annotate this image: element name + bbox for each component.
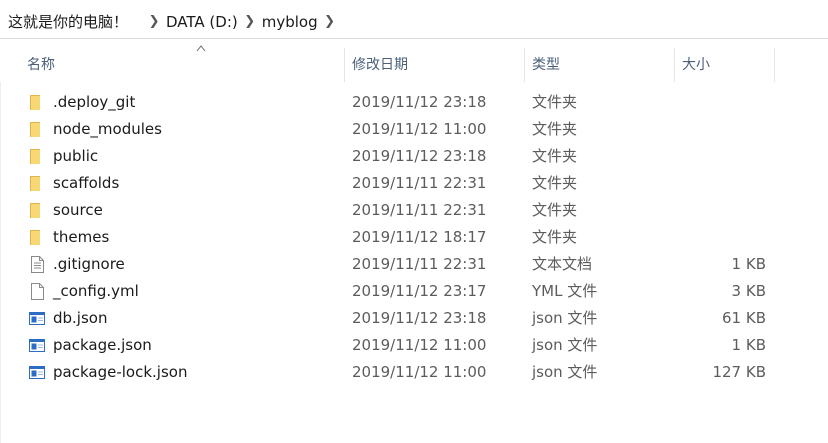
file-name: package-lock.json (53, 363, 188, 381)
file-size: 61 KB (722, 309, 766, 327)
text-file-icon (29, 256, 45, 273)
file-date: 2019/11/11 22:31 (352, 174, 487, 192)
file-date: 2019/11/12 11:00 (352, 336, 487, 354)
json-file-icon (29, 337, 45, 354)
column-header-name[interactable]: 名称 (20, 45, 344, 82)
file-name: themes (53, 228, 110, 246)
breadcrumb-root[interactable]: ！这就是你的电脑！ (0, 5, 128, 38)
file-size: 127 KB (712, 363, 766, 381)
file-row[interactable]: .deploy_git 2019/11/12 23:18 文件夹 (0, 89, 828, 116)
file-size: 1 KB (731, 255, 766, 273)
column-date-label: 修改日期 (352, 57, 408, 73)
file-row[interactable]: package-lock.json 2019/11/12 11:00 json … (0, 359, 828, 386)
blank-file-icon (29, 283, 45, 300)
column-divider[interactable] (774, 48, 775, 82)
file-list: .deploy_git 2019/11/12 23:18 文件夹 node_mo… (0, 89, 828, 386)
column-header-size[interactable]: 大小 (675, 46, 775, 82)
file-name: .deploy_git (53, 93, 136, 111)
file-name: db.json (53, 309, 108, 327)
file-type: json 文件 (532, 336, 598, 354)
folder-icon (29, 94, 45, 111)
column-type-label: 类型 (532, 57, 560, 73)
file-date: 2019/11/12 11:00 (352, 363, 487, 381)
chevron-right-icon[interactable]: ❯ (142, 5, 166, 38)
file-size: 3 KB (731, 282, 766, 300)
file-type: 文本文档 (532, 255, 593, 273)
folder-icon (29, 175, 45, 192)
file-name: scaffolds (53, 174, 120, 192)
file-name: source (53, 201, 103, 219)
json-file-icon (29, 364, 45, 381)
file-type: 文件夹 (532, 93, 578, 111)
file-date: 2019/11/12 23:18 (352, 93, 487, 111)
chevron-right-icon[interactable]: ❯ (318, 5, 342, 38)
file-date: 2019/11/11 22:31 (352, 255, 487, 273)
file-type: YML 文件 (532, 282, 598, 300)
file-type: 文件夹 (532, 201, 578, 219)
file-row[interactable]: source 2019/11/11 22:31 文件夹 (0, 197, 828, 224)
file-date: 2019/11/11 22:31 (352, 201, 487, 219)
column-header: 名称 修改日期 类型 大小 (0, 45, 828, 82)
file-date: 2019/11/12 23:18 (352, 147, 487, 165)
file-date: 2019/11/12 11:00 (352, 120, 487, 138)
column-header-type[interactable]: 类型 (525, 46, 674, 82)
file-row[interactable]: themes 2019/11/12 18:17 文件夹 (0, 224, 828, 251)
file-row[interactable]: node_modules 2019/11/12 11:00 文件夹 (0, 116, 828, 143)
file-type: json 文件 (532, 309, 598, 327)
file-row[interactable]: scaffolds 2019/11/11 22:31 文件夹 (0, 170, 828, 197)
breadcrumb-folder[interactable]: myblog (262, 5, 318, 38)
json-file-icon (29, 310, 45, 327)
file-type: 文件夹 (532, 120, 578, 138)
column-size-label: 大小 (682, 57, 710, 73)
file-row[interactable]: _config.yml 2019/11/12 23:17 YML 文件 3 KB (0, 278, 828, 305)
file-type: 文件夹 (532, 174, 578, 192)
file-type: 文件夹 (532, 228, 578, 246)
file-name: _config.yml (53, 282, 139, 300)
folder-icon (29, 121, 45, 138)
file-date: 2019/11/12 23:18 (352, 309, 487, 327)
column-header-date[interactable]: 修改日期 (345, 46, 524, 82)
file-row[interactable]: db.json 2019/11/12 23:18 json 文件 61 KB (0, 305, 828, 332)
breadcrumb-drive[interactable]: DATA (D:) (166, 5, 238, 38)
file-name: node_modules (53, 120, 162, 138)
file-date: 2019/11/12 18:17 (352, 228, 487, 246)
file-type: json 文件 (532, 363, 598, 381)
column-name-label: 名称 (27, 57, 55, 73)
file-date: 2019/11/12 23:17 (352, 282, 487, 300)
file-name: .gitignore (53, 255, 125, 273)
file-row[interactable]: public 2019/11/12 23:18 文件夹 (0, 143, 828, 170)
folder-icon (29, 148, 45, 165)
folder-icon (29, 202, 45, 219)
file-name: package.json (53, 336, 152, 354)
file-name: public (53, 147, 99, 165)
chevron-right-icon[interactable]: ❯ (238, 5, 262, 38)
file-type: 文件夹 (532, 147, 578, 165)
folder-icon (29, 229, 45, 246)
file-row[interactable]: package.json 2019/11/12 11:00 json 文件 1 … (0, 332, 828, 359)
file-row[interactable]: .gitignore 2019/11/11 22:31 文本文档 1 KB (0, 251, 828, 278)
file-size: 1 KB (731, 336, 766, 354)
sort-ascending-icon (196, 45, 206, 52)
address-bar[interactable]: ！这就是你的电脑！ ❯ DATA (D:) ❯ myblog ❯ (0, 5, 828, 39)
